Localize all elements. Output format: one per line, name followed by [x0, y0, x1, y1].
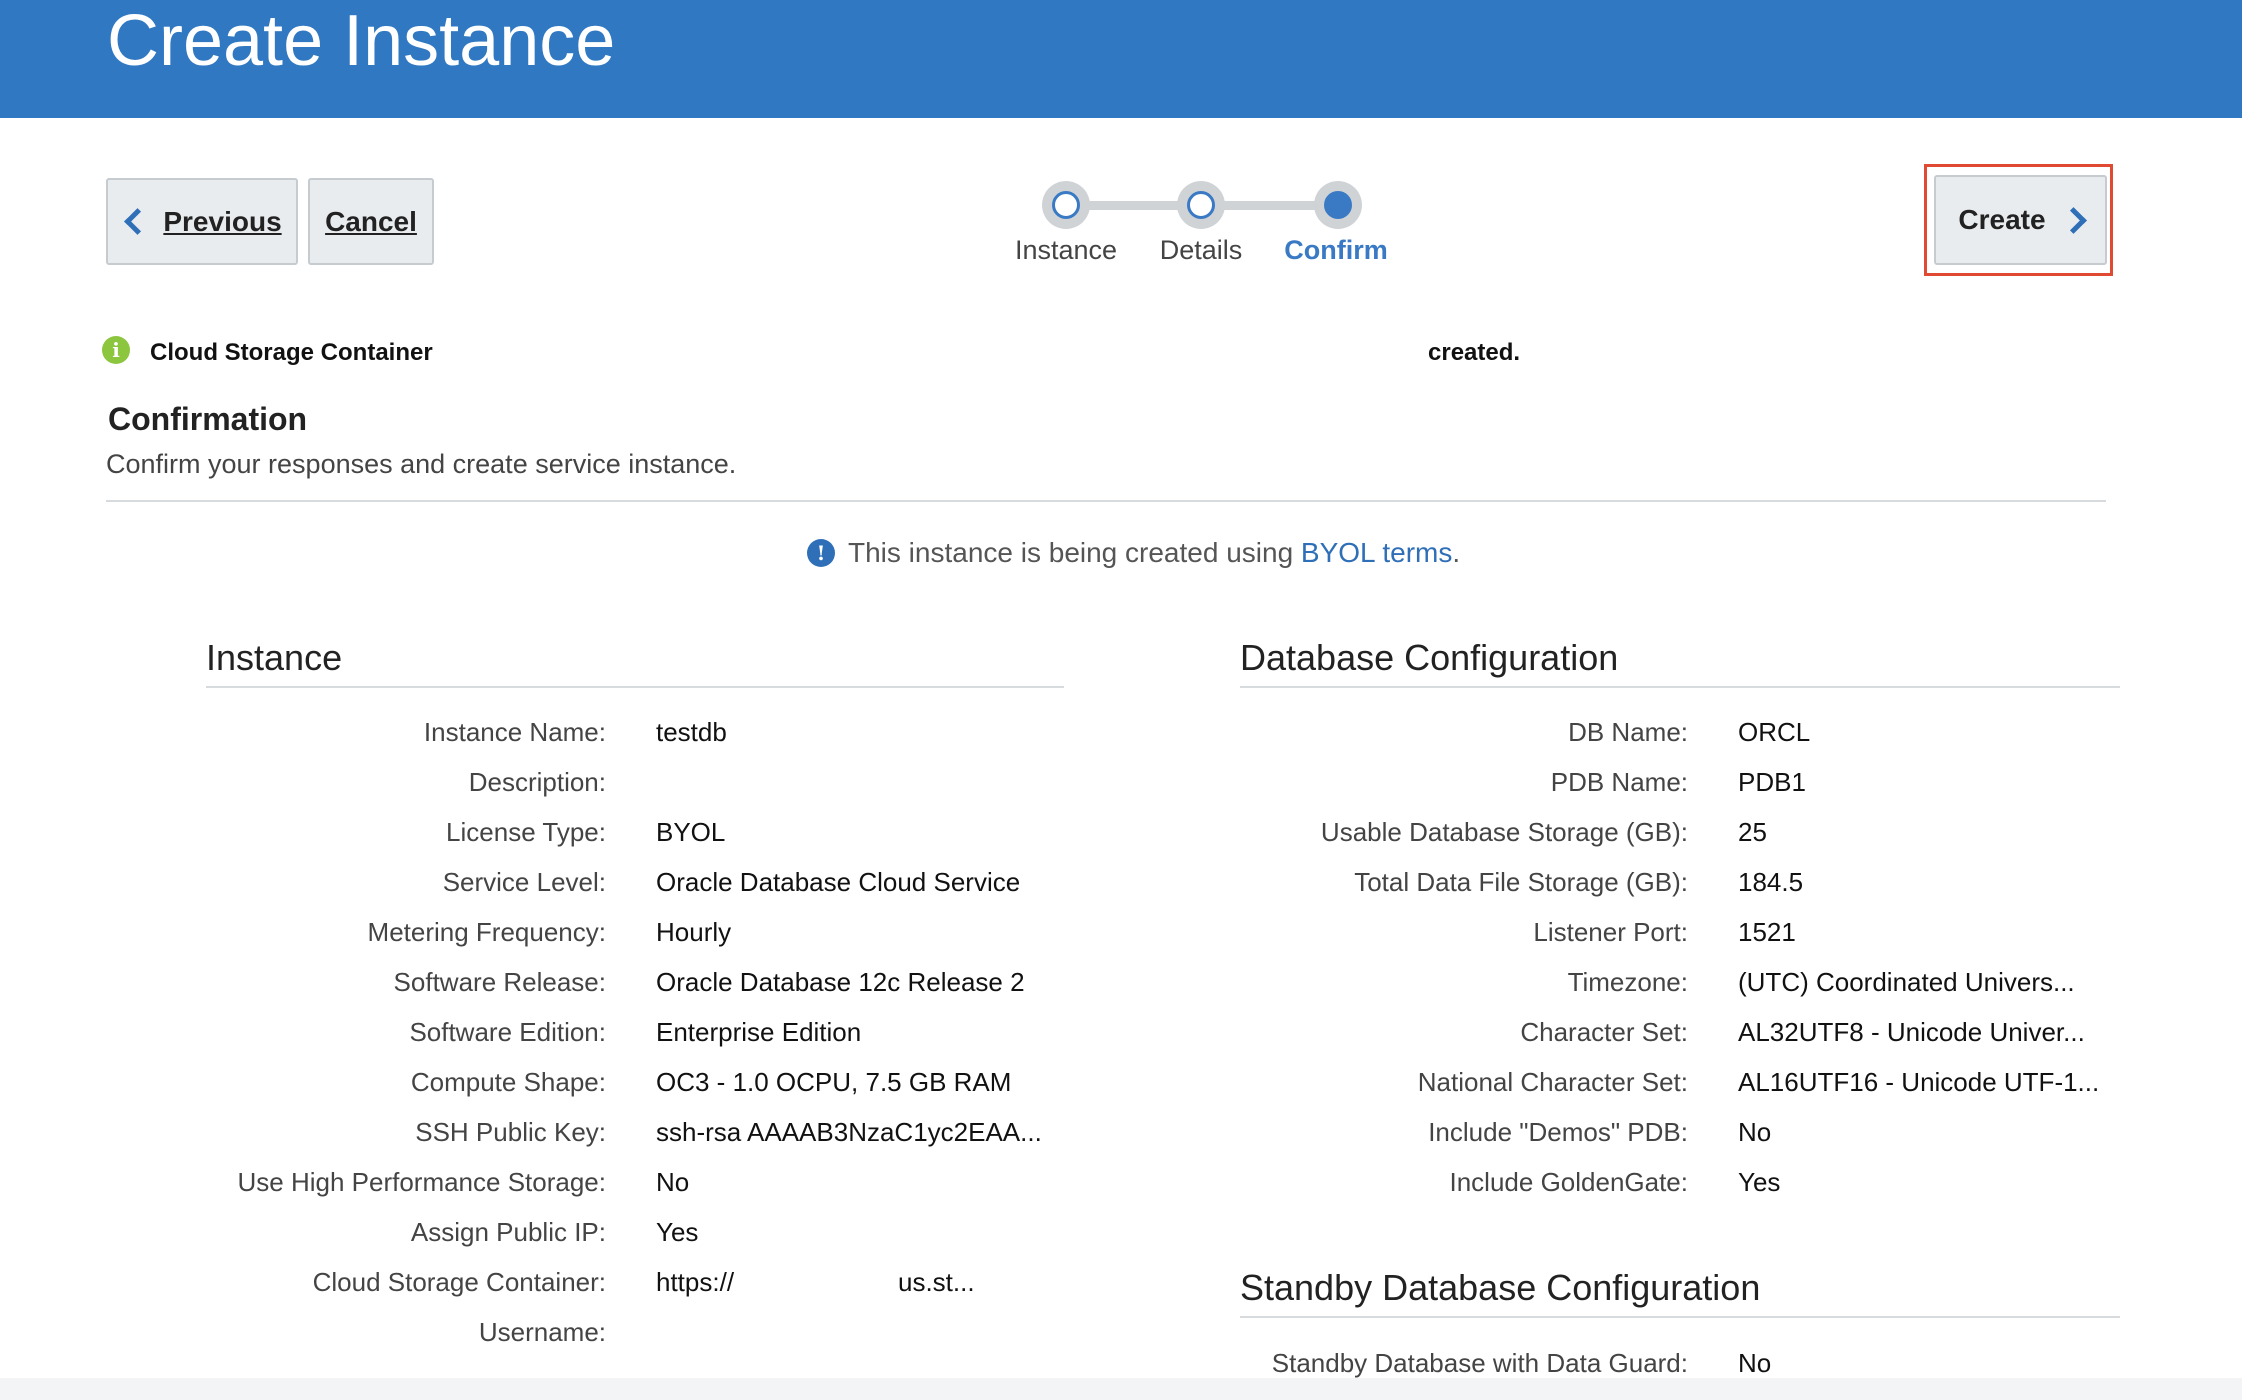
field-value: 184.5: [1738, 867, 1804, 897]
field-value: https://: [656, 1267, 735, 1297]
cancel-button-label: Cancel: [325, 205, 417, 237]
byol-end: .: [1452, 537, 1461, 568]
train-stop-details[interactable]: [1177, 181, 1225, 229]
notice-text: Cloud Storage Container: [150, 339, 433, 366]
field-row: Listener Port: 1521: [0, 912, 2242, 952]
field-label: Character Set:: [1520, 1017, 1688, 1047]
field-value: (UTC) Coordinated Univers...: [1738, 967, 2075, 997]
field-row: Total Data File Storage (GB): 184.5: [0, 862, 2242, 902]
info-icon: !: [807, 539, 835, 567]
field-value: ORCL: [1738, 717, 1811, 747]
info-icon: i: [102, 336, 130, 364]
field-value: AL16UTF16 - Unicode UTF-1...: [1738, 1067, 2100, 1097]
section-divider: [206, 686, 1064, 688]
field-label: Cloud Storage Container:: [312, 1267, 606, 1297]
field-row: PDB Name: PDB1: [0, 762, 2242, 802]
field-row: Timezone: (UTC) Coordinated Univers...: [0, 962, 2242, 1002]
field-row: Cloud Storage Container: https:// us.st...: [0, 1262, 2242, 1302]
chevron-left-icon: [124, 208, 152, 235]
section-divider: [1240, 686, 2120, 688]
field-row: DB Name: ORCL: [0, 712, 2242, 752]
field-value: Yes: [656, 1217, 699, 1247]
field-row: Assign Public IP: Yes: [0, 1212, 2242, 1252]
field-row: Include GoldenGate: Yes: [0, 1162, 2242, 1202]
cancel-button[interactable]: Cancel: [308, 178, 434, 265]
field-label: DB Name:: [1568, 717, 1688, 747]
page-bottom-edge: [0, 1378, 2242, 1400]
field-row: National Character Set: AL16UTF16 - Unico…: [0, 1062, 2242, 1102]
byol-notice: This instance is being created using BYO…: [848, 533, 1460, 573]
section-title-database: Database Configuration: [1240, 637, 1619, 678]
field-label: Include "Demos" PDB:: [1428, 1117, 1688, 1147]
field-row: Character Set: AL32UTF8 - Unicode Univer.…: [0, 1012, 2242, 1052]
field-label: Total Data File Storage (GB):: [1354, 867, 1688, 897]
create-button[interactable]: Create: [1934, 175, 2107, 265]
confirmation-title: Confirmation: [108, 401, 308, 437]
train-stop-instance[interactable]: [1042, 181, 1090, 229]
field-value: 1521: [1738, 917, 1796, 947]
field-label: Usable Database Storage (GB):: [1320, 817, 1688, 847]
field-label: Standby Database with Data Guard:: [1271, 1348, 1688, 1378]
field-label: National Character Set:: [1417, 1067, 1688, 1097]
page-header: Create Instance: [0, 0, 2242, 118]
field-value: 25: [1738, 817, 1767, 847]
field-row: Standby Database with Data Guard: No: [0, 1343, 2242, 1383]
notice-text-end: created.: [1428, 339, 1521, 366]
byol-text: This instance is being created using: [848, 537, 1301, 568]
divider: [106, 500, 2106, 502]
field-value-end: us.st...: [898, 1267, 975, 1297]
field-value: AL32UTF8 - Unicode Univer...: [1738, 1017, 2085, 1047]
field-value: PDB1: [1738, 767, 1806, 797]
field-value: No: [1738, 1117, 1772, 1147]
field-label: Listener Port:: [1533, 917, 1688, 947]
confirmation-subtitle: Confirm your responses and create servic…: [106, 449, 737, 479]
chevron-right-icon: [2059, 206, 2087, 234]
field-label: Include GoldenGate:: [1449, 1167, 1689, 1197]
section-title-instance: Instance: [206, 637, 343, 678]
train-label-confirm: Confirm: [1284, 235, 1388, 265]
byol-terms-link[interactable]: BYOL terms: [1301, 537, 1452, 568]
field-label: PDB Name:: [1550, 767, 1688, 797]
previous-button-label: Previous: [163, 205, 282, 237]
field-row: Include "Demos" PDB: No: [0, 1112, 2242, 1152]
field-row: Usable Database Storage (GB): 25: [0, 812, 2242, 852]
page-title: Create Instance: [107, 1, 616, 81]
field-label: Timezone:: [1567, 967, 1688, 997]
previous-button[interactable]: Previous: [106, 178, 298, 265]
field-label: Assign Public IP:: [410, 1217, 606, 1247]
field-value: Yes: [1738, 1167, 1781, 1197]
create-button-label: Create: [1958, 204, 2046, 235]
field-value: No: [1738, 1348, 1772, 1378]
train-stop-confirm: [1314, 181, 1362, 229]
